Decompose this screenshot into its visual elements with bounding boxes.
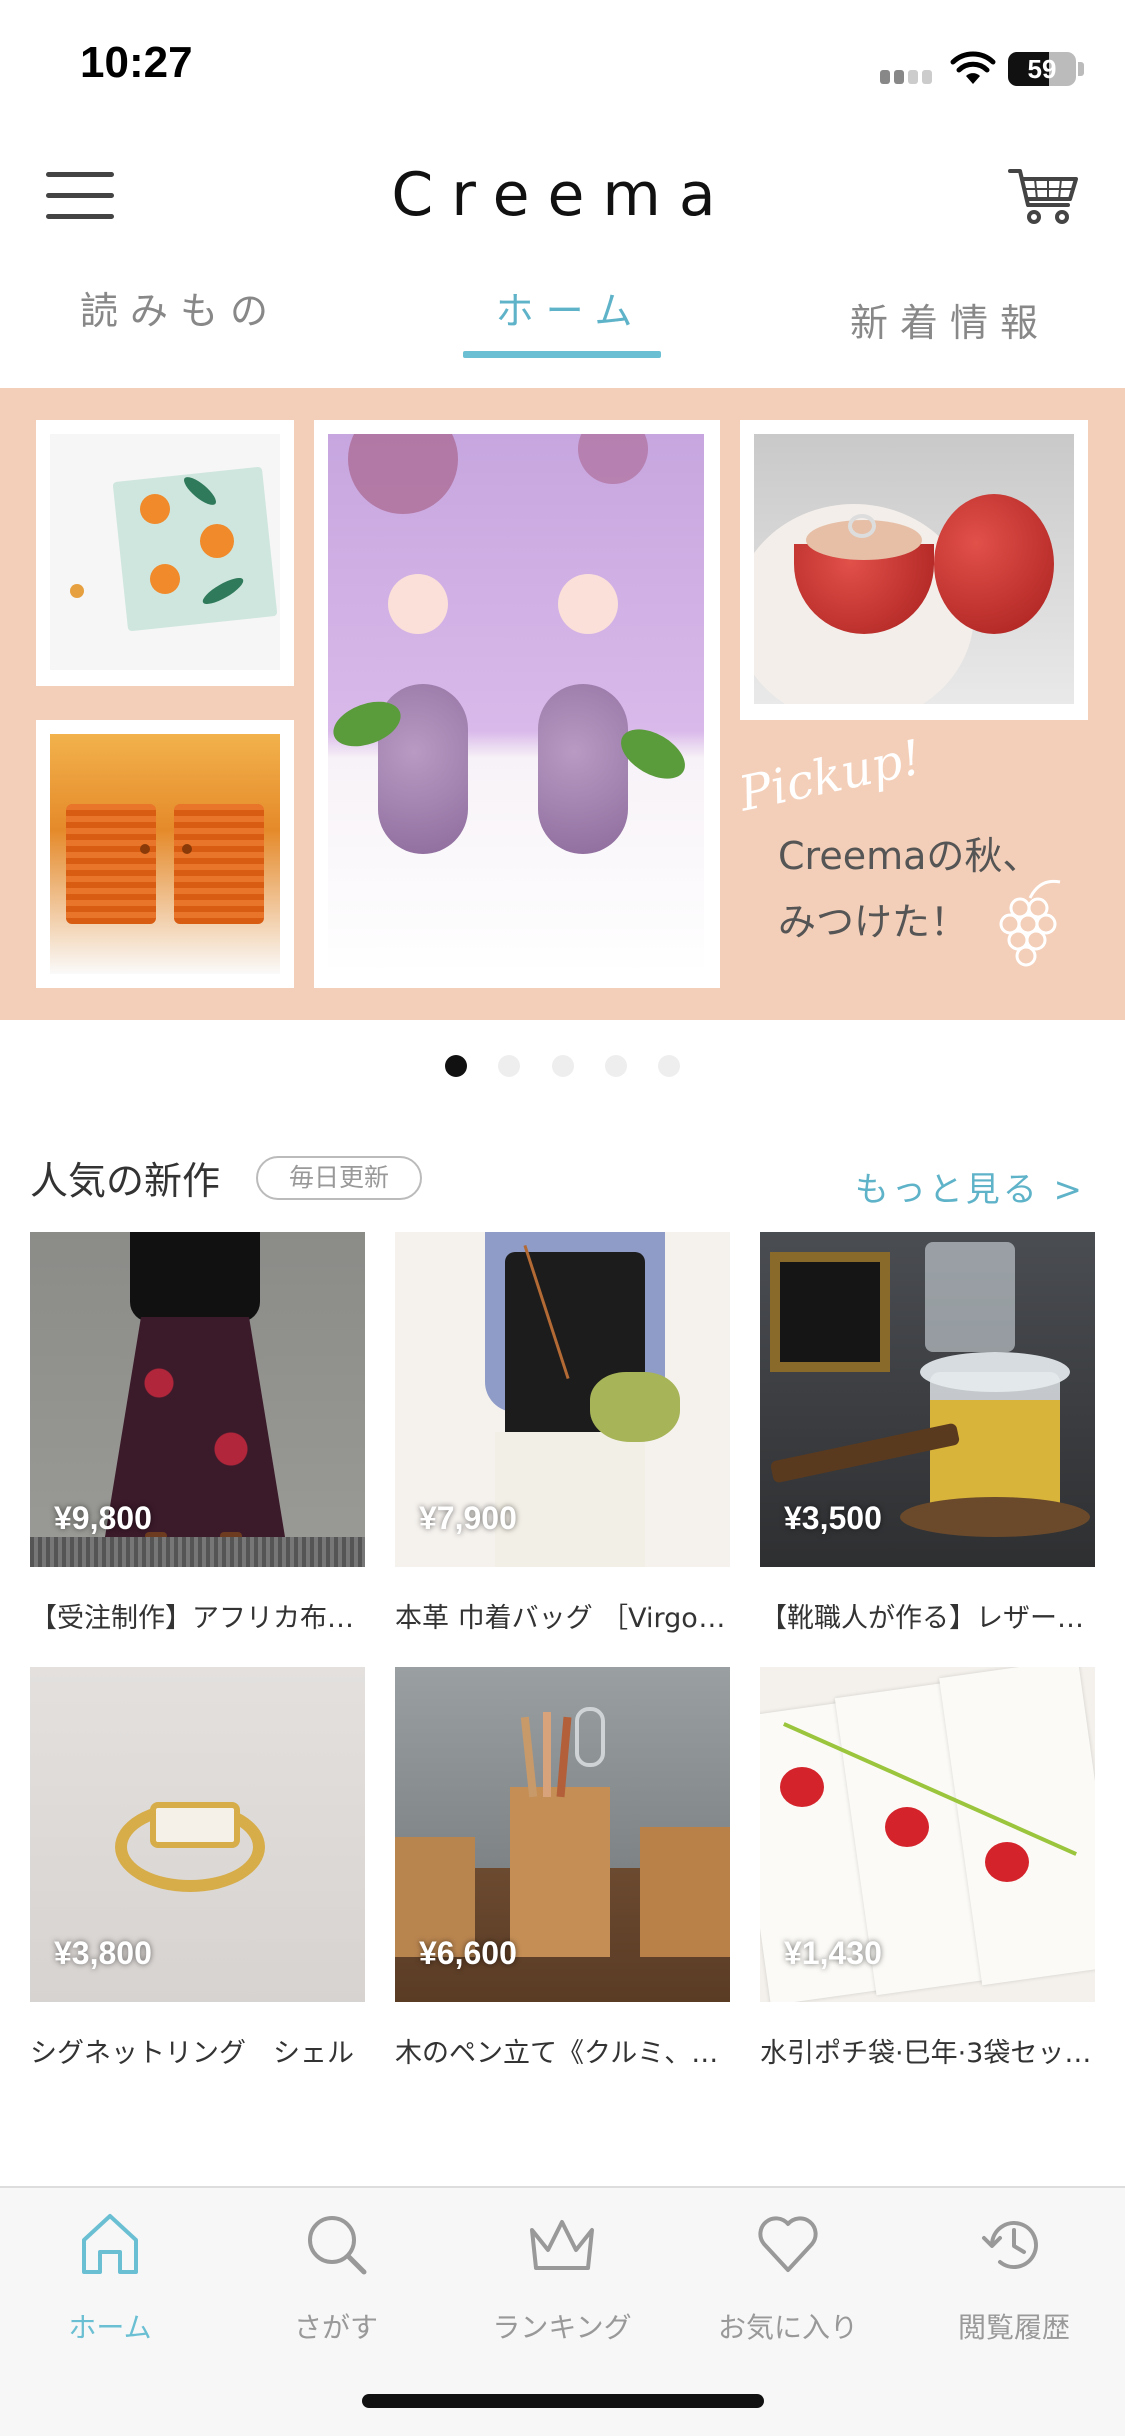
nav-ranking[interactable]: ランキング <box>462 2210 662 2350</box>
home-icon <box>82 2214 138 2274</box>
tab-reading[interactable]: 読みもの <box>60 280 300 360</box>
banner-dot-1[interactable] <box>445 1055 467 1077</box>
nav-search-label: さがす <box>293 2311 378 2344</box>
nav-history[interactable]: 閲覧履歴 <box>914 2210 1114 2350</box>
banner-dot-2[interactable] <box>498 1055 520 1077</box>
nav-history-label: 閲覧履歴 <box>957 2311 1070 2344</box>
see-more-link[interactable]: もっと見る > <box>855 1162 1085 1211</box>
banner-frame-leather <box>36 720 294 988</box>
product-card[interactable]: ¥3,800 シグネットリング シェル <box>30 1667 365 2069</box>
banner-frame-earrings <box>314 420 720 988</box>
nav-ranking-label: ランキング <box>492 2311 632 2344</box>
product-price: ¥3,500 <box>784 1500 882 1536</box>
tile-photo <box>50 434 280 670</box>
crown-icon <box>530 2220 594 2270</box>
nav-home-label: ホーム <box>68 2311 152 2344</box>
active-tab-indicator <box>463 351 661 358</box>
product-name: シグネットリング シェル <box>30 2038 354 2069</box>
product-price: ¥1,430 <box>784 1935 882 1971</box>
product-price: ¥6,600 <box>419 1935 517 1971</box>
nav-favorites[interactable]: お気に入り <box>688 2210 888 2350</box>
leather-photo <box>50 734 280 974</box>
apple-photo <box>754 434 1074 704</box>
battery-level: 59 <box>1027 54 1057 84</box>
battery-tip <box>1078 62 1084 76</box>
grape-decoration-icon <box>999 879 1061 967</box>
tab-home[interactable]: ホーム <box>440 280 700 360</box>
creema-logo[interactable]: Creema <box>0 160 1125 230</box>
banner-pagination <box>445 1055 685 1077</box>
product-card[interactable]: ¥3,500 【靴職人が作る】レザーコー… <box>760 1232 1095 1634</box>
product-name: 水引ポチ袋·巳年·3袋セッ… <box>760 2038 1092 2069</box>
banner-dot-3[interactable] <box>552 1055 574 1077</box>
section-title: 人気の新作 <box>30 1159 221 1203</box>
status-bar: 10:27 59 <box>0 0 1125 140</box>
wifi-icon <box>950 51 996 84</box>
battery-icon: 59 <box>1008 52 1076 86</box>
product-card[interactable]: ¥7,900 本革 巾着バッグ ［Virgo-… <box>395 1232 730 1634</box>
product-card[interactable]: ¥1,430 水引ポチ袋·巳年·3袋セッ… <box>760 1667 1095 2069</box>
banner-frame-apple <box>740 420 1088 720</box>
product-price: ¥3,800 <box>54 1935 152 1971</box>
nav-favorites-label: お気に入り <box>717 2311 858 2344</box>
status-time: 10:27 <box>80 38 193 87</box>
product-price: ¥7,900 <box>419 1500 517 1536</box>
heart-icon <box>758 2216 818 2272</box>
banner-dot-4[interactable] <box>605 1055 627 1077</box>
nav-search[interactable]: さがす <box>236 2210 436 2350</box>
product-card[interactable]: ¥6,600 木のペン立て《クルミ、キ… <box>395 1667 730 2069</box>
search-icon <box>308 2216 367 2275</box>
pickup-banner[interactable]: Pickup! Creemaの秋、 みつけた！ <box>0 388 1125 1020</box>
banner-dot-5[interactable] <box>658 1055 680 1077</box>
cart-icon[interactable] <box>1008 165 1080 229</box>
product-card[interactable]: ¥9,800 【受注制作】アフリカ布のギ… <box>30 1232 365 1634</box>
history-icon <box>982 2221 1038 2270</box>
banner-pickup-script: Pickup! <box>734 729 927 823</box>
product-name: 木のペン立て《クルミ、キ… <box>395 2038 730 2069</box>
banner-frame-tile <box>36 420 294 686</box>
top-tabs: 読みもの ホーム 新着情報 <box>0 280 1125 360</box>
product-name: 本革 巾着バッグ ［Virgo-… <box>395 1603 730 1634</box>
cellular-signal-icon <box>880 66 936 84</box>
product-name: 【受注制作】アフリカ布のギ… <box>30 1603 365 1634</box>
tab-new-arrivals[interactable]: 新着情報 <box>820 292 1080 372</box>
earrings-photo <box>328 434 704 974</box>
product-name: 【靴職人が作る】レザーコー… <box>760 1603 1095 1634</box>
product-price: ¥9,800 <box>54 1500 152 1536</box>
daily-update-badge: 毎日更新 <box>256 1156 422 1200</box>
home-indicator[interactable] <box>362 2394 764 2408</box>
nav-home[interactable]: ホーム <box>10 2210 210 2350</box>
